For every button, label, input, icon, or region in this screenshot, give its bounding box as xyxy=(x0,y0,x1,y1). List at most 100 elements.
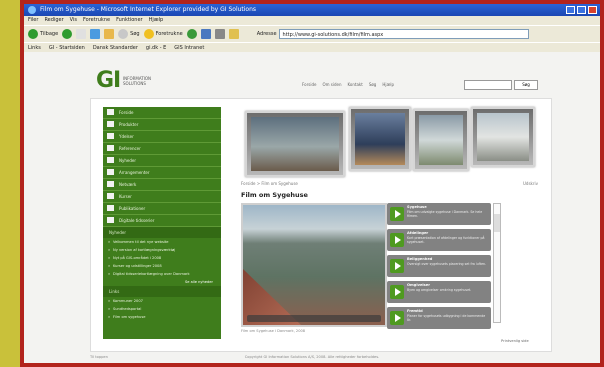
site-search-input[interactable] xyxy=(464,80,512,90)
favorites-button[interactable]: Foretrukne xyxy=(143,29,183,39)
video-list-item[interactable]: Omgivelser Byen og omgivelser omkring sy… xyxy=(387,281,491,303)
home-icon[interactable] xyxy=(104,29,115,39)
sidebar-item-label: Nyheder xyxy=(119,158,136,163)
back-arrow-icon xyxy=(28,29,38,39)
stop-icon[interactable] xyxy=(76,29,87,39)
search-button[interactable]: Søg xyxy=(118,29,140,39)
address-input[interactable]: http://www.gi-solutions.dk/film/film.asp… xyxy=(278,29,529,39)
play-icon[interactable] xyxy=(390,311,404,325)
hero-banner xyxy=(241,105,536,177)
address-label: Adresse xyxy=(256,31,277,37)
monitor-screen xyxy=(419,115,463,165)
monitor-image xyxy=(349,107,411,171)
menu-help[interactable]: Hjælp xyxy=(149,16,164,25)
video-caption: Film om Sygehuse i Danmark, 2008 xyxy=(241,329,306,333)
site-search-button[interactable]: Søg xyxy=(514,80,538,90)
sidebar-item-label: Forside xyxy=(119,110,134,115)
forward-arrow-icon[interactable] xyxy=(62,29,73,39)
calendar-icon xyxy=(107,169,114,175)
topnav-contact[interactable]: Kontakt xyxy=(348,82,363,87)
home-icon xyxy=(107,109,114,115)
sidebar-link[interactable]: Film om sygehuse xyxy=(103,313,221,321)
print-friendly-link[interactable]: Printvenlig side xyxy=(501,339,529,343)
sidebar-item[interactable]: Referencer xyxy=(103,143,221,155)
topnav-home[interactable]: Forside xyxy=(302,82,316,87)
video-controls[interactable] xyxy=(247,315,381,322)
sidebar-item[interactable]: Forside xyxy=(103,107,221,119)
book-icon xyxy=(107,205,114,211)
sidebar-news-link[interactable]: Nyt på GIS-området i 2008 xyxy=(103,254,221,262)
video-player[interactable] xyxy=(241,203,387,327)
minimize-button[interactable] xyxy=(566,6,575,14)
play-icon[interactable] xyxy=(390,207,404,221)
logo-subtitle: INFORMATION SOLUTIONS xyxy=(123,76,152,86)
topnav-search[interactable]: Søg xyxy=(369,82,377,87)
play-icon[interactable] xyxy=(390,259,404,273)
sidebar-news-link[interactable]: Ny version af kortlægningsværktøj xyxy=(103,246,221,254)
video-item-desc: Byen og omgivelser omkring sygehuset. xyxy=(407,288,472,292)
site-logo[interactable]: GI xyxy=(96,68,121,93)
address-bar: Adresse http://www.gi-solutions.dk/film/… xyxy=(257,29,529,39)
breadcrumb[interactable]: Forside > Film om Sygehuse xyxy=(241,181,298,186)
sidebar-item[interactable]: Kurser xyxy=(103,191,221,203)
print-icon[interactable] xyxy=(214,29,225,39)
sidebar-news-link[interactable]: Digital tidsseriekortlægning over Danmar… xyxy=(103,270,221,278)
maximize-button[interactable] xyxy=(577,6,586,14)
video-list-scrollbar[interactable] xyxy=(493,203,501,323)
sidebar-more-link[interactable]: Se alle nyheder xyxy=(103,278,221,286)
map-icon xyxy=(107,217,114,223)
menu-edit[interactable]: Rediger xyxy=(44,16,63,25)
video-item-title: Afdelinger xyxy=(407,231,429,235)
video-item-desc: Film om udvalgte sygehuse i Danmark. Se … xyxy=(407,210,483,218)
sidebar-news-link[interactable]: Kurser og udstillinger 2008 xyxy=(103,262,221,270)
topnav-about[interactable]: Om siden xyxy=(322,82,341,87)
menu-file[interactable]: Filer xyxy=(28,16,38,25)
mail-icon[interactable] xyxy=(200,29,211,39)
menu-tools[interactable]: Funktioner xyxy=(116,16,143,25)
video-list: Sygehuse Film om udvalgte sygehuse i Dan… xyxy=(387,203,491,333)
video-item-title: Omgivelser xyxy=(407,283,430,287)
sidebar-item[interactable]: Arrangementer xyxy=(103,167,221,179)
play-icon[interactable] xyxy=(390,285,404,299)
video-list-item[interactable]: Beliggenhed Oversigt over sygehusets pla… xyxy=(387,255,491,277)
close-button[interactable] xyxy=(588,6,597,14)
news-icon xyxy=(107,157,114,163)
back-button[interactable]: Tilbage xyxy=(28,29,58,39)
refresh-icon[interactable] xyxy=(90,29,101,39)
page-content: GI INFORMATION SOLUTIONS Forside Om side… xyxy=(24,52,600,363)
footer-copyright: Copyright GI Information Solutions A/S, … xyxy=(244,355,380,359)
monitor-image xyxy=(413,109,469,171)
video-list-item[interactable]: Fremtid Planer for sygehusets udbygning … xyxy=(387,307,491,329)
video-list-item[interactable]: Afdelinger Kort præsentation af afdeling… xyxy=(387,229,491,251)
topnav-help[interactable]: Hjælp xyxy=(382,82,394,87)
video-list-item[interactable]: Sygehuse Film om udvalgte sygehuse i Dan… xyxy=(387,203,491,225)
sidebar-item-label: Referencer xyxy=(119,146,141,151)
media-icon[interactable] xyxy=(186,29,197,39)
top-navigation: Forside Om siden Kontakt Søg Hjælp xyxy=(302,82,394,87)
video-item-title: Sygehuse xyxy=(407,205,427,209)
left-frame-band xyxy=(0,0,20,367)
menu-favorites[interactable]: Foretrukne xyxy=(83,16,110,25)
scroll-thumb[interactable] xyxy=(494,214,500,232)
sidebar-news-link[interactable]: Velkommen til det nye website xyxy=(103,238,221,246)
sidebar-item[interactable]: Nyheder xyxy=(103,155,221,167)
sidebar-link[interactable]: Sundhedsportal xyxy=(103,305,221,313)
ie-icon xyxy=(28,6,36,14)
tools-icon xyxy=(107,133,114,139)
menu-view[interactable]: Vis xyxy=(70,16,77,25)
sidebar-item[interactable]: Ydelser xyxy=(103,131,221,143)
box-icon xyxy=(107,121,114,127)
sidebar-item[interactable]: Produkter xyxy=(103,119,221,131)
sidebar-item[interactable]: Publikationer xyxy=(103,203,221,215)
sidebar-item[interactable]: Netværk xyxy=(103,179,221,191)
main-page: Forside Produkter Ydelser Referencer Nyh… xyxy=(90,98,552,352)
sidebar-item[interactable]: Digitale tidsserier xyxy=(103,215,221,227)
print-link[interactable]: Udskriv xyxy=(523,181,538,186)
sidebar-section2-title: Links xyxy=(103,286,221,297)
play-icon[interactable] xyxy=(390,233,404,247)
browser-window: Film om Sygehuse - Microsoft Internet Ex… xyxy=(24,4,600,363)
favorites-label: Foretrukne xyxy=(155,31,183,37)
video-item-title: Fremtid xyxy=(407,309,423,313)
folder-icon[interactable] xyxy=(228,29,239,39)
sidebar-link[interactable]: Kommuner 2007 xyxy=(103,297,221,305)
